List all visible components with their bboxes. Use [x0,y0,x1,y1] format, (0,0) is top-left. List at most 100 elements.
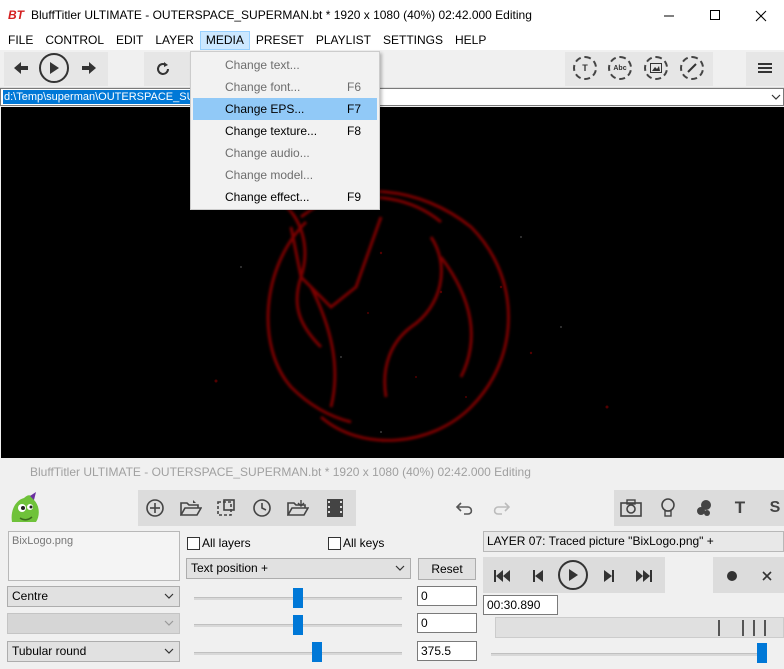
preview-canvas[interactable] [1,107,784,458]
open-folder-icon[interactable] [180,498,202,518]
secondary-window-title: BluffTitler ULTIMATE - OUTERSPACE_SUPERM… [30,465,531,479]
layer-name-label[interactable]: LAYER 07: Traced picture "BixLogo.png" + [483,531,784,552]
shape-select[interactable]: Tubular round [7,641,180,662]
chevron-down-icon [164,614,174,640]
menu-layer[interactable]: LAYER [149,31,199,50]
menu-item-label: Change audio... [225,146,310,160]
alignment-select[interactable]: Centre [7,586,180,607]
media-file-name: BixLogo.png [12,535,74,547]
menu-file[interactable]: FILE [2,31,39,50]
menu-control[interactable]: CONTROL [39,31,110,50]
keyframe-marker[interactable] [753,620,755,636]
close-icon[interactable] [738,0,784,31]
timeline-track[interactable] [495,617,784,638]
chevron-down-icon[interactable] [771,89,781,108]
all-keys-checkbox[interactable] [328,537,341,550]
step-forward-icon[interactable] [599,566,619,586]
lightbulb-icon[interactable] [657,498,679,518]
reset-button[interactable]: Reset [418,558,476,580]
skip-to-end-icon[interactable] [634,566,654,586]
slider-3-thumb[interactable] [312,642,322,662]
toolbar: T Abc [0,50,784,88]
chevron-down-icon [164,587,174,613]
file-path-text[interactable]: d:\Temp\superman\OUTERSPACE_SUPERMAN.bt [3,90,193,104]
add-effect-layer-icon[interactable] [680,56,704,80]
menu-settings[interactable]: SETTINGS [377,31,449,50]
back-arrow-icon[interactable] [12,59,30,77]
menu-item-shortcut: F9 [347,190,362,204]
keyframe-marker[interactable] [764,620,766,636]
text-layer-icon[interactable]: T [729,498,751,518]
menu-preset[interactable]: PRESET [250,31,310,50]
menu-item-label: Change text... [225,58,300,72]
add-picture-layer-icon[interactable] [644,56,668,80]
shape-layer-icon[interactable]: S [764,498,784,518]
camera-icon[interactable] [620,498,642,518]
refresh-icon[interactable] [153,59,173,79]
time-slider-track[interactable] [491,653,761,656]
play-icon[interactable] [558,560,588,590]
menu-item-change-font[interactable]: Change font... F6 [191,76,379,98]
window-title: BluffTitler ULTIMATE - OUTERSPACE_SUPERM… [31,8,532,22]
add-abc-layer-icon[interactable]: Abc [608,56,632,80]
film-strip-icon[interactable] [324,498,346,518]
value-1-input[interactable]: 0 [417,586,477,606]
menu-help[interactable]: HELP [449,31,492,50]
forward-arrow-icon[interactable] [80,59,98,77]
skip-to-start-icon[interactable] [492,566,512,586]
menu-item-change-texture[interactable]: Change texture... F8 [191,120,379,142]
preview-render-art [214,190,609,442]
menu-item-shortcut: F6 [347,80,362,94]
slider-2-thumb[interactable] [293,615,303,635]
crop-select-icon[interactable] [215,498,237,518]
all-layers-checkbox[interactable] [187,537,200,550]
value-3-input[interactable]: 375.5 [417,641,477,661]
file-path-combobox[interactable]: d:\Temp\superman\OUTERSPACE_SUPERMAN.bt [0,88,784,106]
menu-bar: FILE CONTROL EDIT LAYER MEDIA PRESET PLA… [0,31,784,50]
menu-item-label: Change EPS... [225,102,305,116]
menu-item-label: Change model... [225,168,314,182]
property-select-value: Text position + [191,561,269,575]
menu-item-label: Change font... [225,80,301,94]
all-layers-label: All layers [202,536,251,550]
redo-icon[interactable] [490,498,512,518]
import-folder-icon[interactable] [287,498,309,518]
media-dropdown-menu: Change text... Change font... F6 Change … [190,51,380,210]
slider-1-thumb[interactable] [293,588,303,608]
value-2-input[interactable]: 0 [417,613,477,633]
undo-icon[interactable] [454,498,476,518]
time-slider-thumb[interactable] [757,643,767,663]
menu-item-change-effect[interactable]: Change effect... F9 [191,186,379,208]
app-logo-icon: BT [8,8,24,22]
menu-item-change-model[interactable]: Change model... [191,164,379,186]
close-icon[interactable] [757,566,777,586]
shape-select-value: Tubular round [12,644,87,658]
menu-edit[interactable]: EDIT [110,31,149,50]
step-back-icon[interactable] [528,566,548,586]
keyframe-marker[interactable] [718,620,720,636]
disabled-select [7,613,180,634]
chevron-down-icon [164,642,174,668]
add-layer-icon[interactable] [144,498,166,518]
particles-icon[interactable] [693,498,715,518]
time-input[interactable]: 00:30.890 [483,595,558,615]
clock-icon[interactable] [251,498,273,518]
minimize-icon[interactable] [646,0,692,31]
record-icon[interactable] [722,566,742,586]
keyframe-marker[interactable] [742,620,744,636]
menu-item-label: Change effect... [225,190,310,204]
property-select[interactable]: Text position + [186,558,411,579]
menu-item-change-eps[interactable]: Change EPS... F7 [193,98,377,120]
media-file-box[interactable]: BixLogo.png [8,531,180,581]
hamburger-menu-icon[interactable] [756,59,774,77]
maximize-icon[interactable] [692,0,738,31]
add-text-layer-icon[interactable]: T [573,56,597,80]
slider-3-track[interactable] [194,652,402,655]
menu-media[interactable]: MEDIA [199,31,250,50]
all-keys-label: All keys [343,536,385,550]
menu-item-change-audio[interactable]: Change audio... [191,142,379,164]
menu-playlist[interactable]: PLAYLIST [310,31,377,50]
play-icon[interactable] [39,53,69,83]
menu-item-shortcut: F7 [347,102,362,116]
menu-item-change-text[interactable]: Change text... [191,54,379,76]
